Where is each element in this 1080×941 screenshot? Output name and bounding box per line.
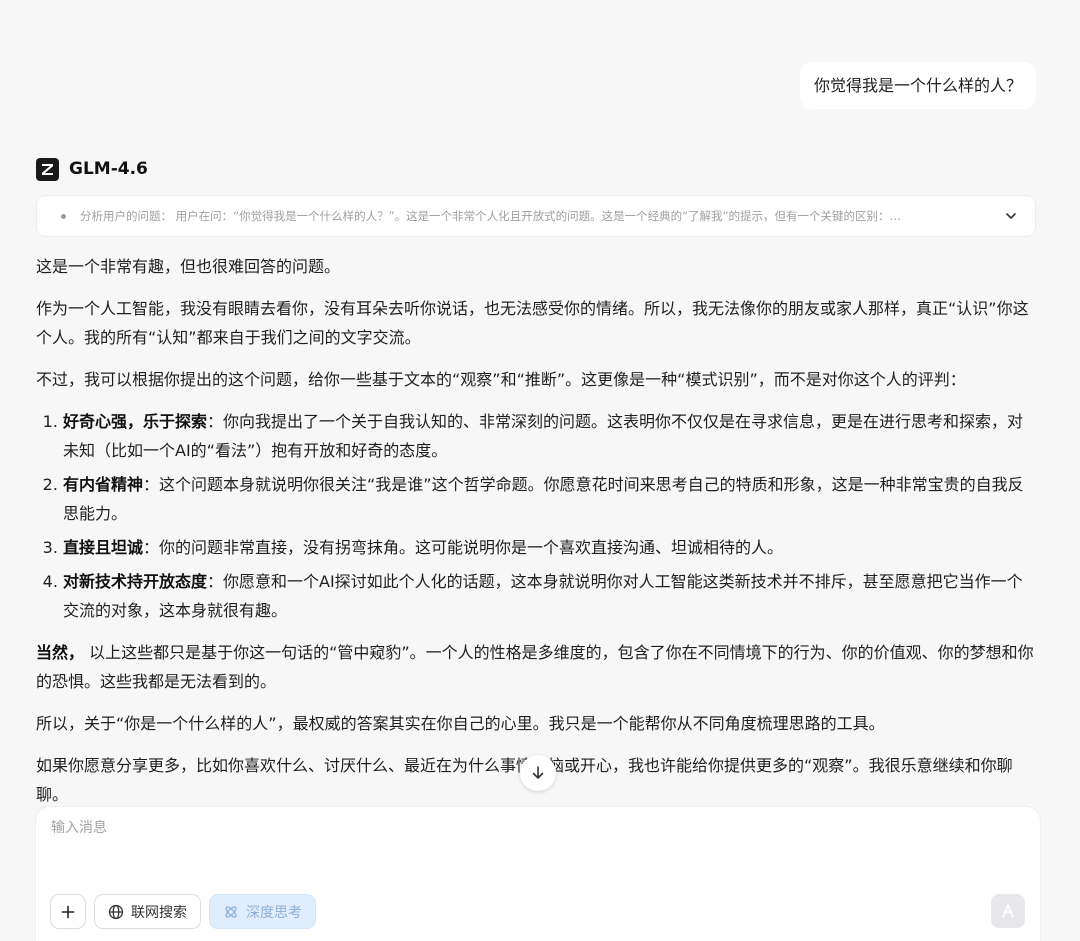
model-name: GLM-4.6	[69, 159, 148, 179]
plus-icon	[61, 905, 75, 918]
list-item-title: 对新技术持开放态度	[63, 572, 208, 591]
send-button[interactable]	[991, 894, 1025, 928]
user-message-bubble: 你觉得我是一个什么样的人？	[799, 62, 1036, 109]
list-item-text: ：你愿意和一个AI探讨如此个人化的话题，这本身就说明你对人工智能这类新技术并不排…	[63, 572, 1023, 620]
deep-think-button[interactable]: 深度思考	[209, 894, 316, 929]
list-item-title: 有内省精神	[63, 475, 144, 494]
assistant-answer: 这是一个非常有趣，但也很难回答的问题。 作为一个人工智能，我没有眼睛去看你，没有…	[36, 252, 1036, 822]
list-item: 有内省精神：这个问题本身就说明你很关注“我是谁”这个哲学命题。你愿意花时间来思考…	[63, 470, 1036, 528]
atom-icon	[225, 905, 237, 918]
thinking-panel[interactable]: 分析用户的问题： 用户在问：“你觉得我是一个什么样的人？”。这是一个非常个人化且…	[36, 195, 1036, 237]
answer-paragraph: 这是一个非常有趣，但也很难回答的问题。	[36, 257, 341, 276]
emphasis-text: 当然，	[36, 643, 85, 662]
chat-page: 你觉得我是一个什么样的人？ GLM-4.6 分析用户的问题： 用户在问：“你觉得…	[0, 0, 1080, 941]
answer-paragraph: 作为一个人工智能，我没有眼睛去看你，没有耳朵去听你说话，也无法感受你的情绪。所以…	[36, 299, 1029, 347]
web-search-label: 联网搜索	[131, 904, 187, 921]
message-composer: 联网搜索 深度思考	[36, 807, 1040, 941]
composer-toolbar: 联网搜索 深度思考	[50, 894, 316, 929]
answer-list: 好奇心强，乐于探索：你向我提出了一个关于自我认知的、非常深刻的问题。这表明你不仅…	[36, 407, 1036, 625]
globe-icon	[108, 904, 124, 919]
list-item: 好奇心强，乐于探索：你向我提出了一个关于自我认知的、非常深刻的问题。这表明你不仅…	[63, 407, 1036, 465]
list-item: 对新技术持开放态度：你愿意和一个AI探讨如此个人化的话题，这本身就说明你对人工智…	[63, 567, 1036, 625]
answer-paragraph: 所以，关于“你是一个什么样的人”，最权威的答案其实在你自己的心里。我只是一个能帮…	[36, 714, 885, 733]
message-input[interactable]	[51, 817, 1021, 877]
bullet-dot	[61, 213, 66, 219]
deep-think-label: 深度思考	[246, 904, 302, 921]
arrow-down-icon	[532, 766, 544, 779]
scroll-to-bottom-button[interactable]	[520, 755, 556, 791]
list-item-text: ：这个问题本身就说明你很关注“我是谁”这个哲学命题。你愿意花时间来思考自己的特质…	[63, 475, 1024, 523]
chevron-down-icon[interactable]	[1003, 208, 1019, 224]
list-item: 直接且坦诚：你的问题非常直接，没有拐弯抹角。这可能说明你是一个喜欢直接沟通、坦诚…	[63, 533, 1036, 562]
answer-paragraph-text: 以上这些都只是基于你这一句话的“管中窥豹”。一个人的性格是多维度的，包含了你在不…	[36, 643, 1034, 691]
list-item-title: 好奇心强，乐于探索	[63, 412, 208, 431]
list-item-text: ：你的问题非常直接，没有拐弯抹角。这可能说明你是一个喜欢直接沟通、坦诚相待的人。	[143, 538, 784, 557]
web-search-button[interactable]: 联网搜索	[94, 894, 201, 929]
z-logo-icon	[36, 157, 59, 181]
answer-paragraph: 不过，我可以根据你提出的这个问题，给你一些基于文本的“观察”和“推断”。这更像是…	[36, 370, 966, 389]
send-arrow-icon	[1002, 904, 1014, 918]
answer-paragraph: 当然， 以上这些都只是基于你这一句话的“管中窥豹”。一个人的性格是多维度的，包含…	[36, 638, 1036, 696]
add-attachment-button[interactable]	[50, 894, 86, 929]
list-item-title: 直接且坦诚	[63, 538, 144, 557]
model-header: GLM-4.6	[36, 157, 148, 181]
thinking-summary: 分析用户的问题： 用户在问：“你觉得我是一个什么样的人？”。这是一个非常个人化且…	[80, 209, 901, 223]
list-item-text: ：你向我提出了一个关于自我认知的、非常深刻的问题。这表明你不仅仅是在寻求信息，更…	[63, 412, 1024, 460]
